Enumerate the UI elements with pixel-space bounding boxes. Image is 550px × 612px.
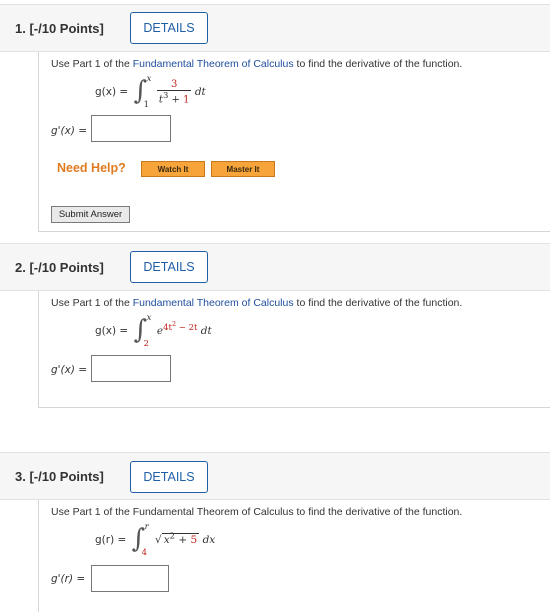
question-3-title: 3. [-/10 Points]	[15, 469, 104, 484]
question-2-answer-input[interactable]	[91, 355, 171, 382]
master-it-button[interactable]: Master It	[211, 161, 275, 177]
question-3-function: g(r) = ∫ r 4 √ x2 + 5 dx	[95, 522, 216, 558]
question-2-header: 2. [-/10 Points] DETAILS	[0, 243, 550, 291]
question-1-body: Use Part 1 of the Fundamental Theorem of…	[38, 52, 550, 232]
radicand: x2 + 5	[161, 531, 200, 546]
question-2-details-button[interactable]: DETAILS	[130, 251, 208, 283]
question-1-answer-input[interactable]	[91, 115, 171, 142]
question-2-function: g(x) = ∫ x 2 e4t2 − 2t dt	[95, 313, 212, 349]
ftc-link[interactable]: Fundamental Theorem of Calculus	[133, 58, 294, 70]
question-1-details-button[interactable]: DETAILS	[130, 12, 208, 44]
question-1-fraction: 3 t3 + 1	[156, 78, 192, 106]
question-3-body: Use Part 1 of the Fundamental Theorem of…	[38, 500, 550, 612]
ftc-link[interactable]: Fundamental Theorem of Calculus	[133, 297, 294, 309]
need-help-label: Need Help?	[57, 161, 126, 175]
watch-it-button[interactable]: Watch It	[141, 161, 205, 177]
submit-answer-button[interactable]: Submit Answer	[51, 206, 130, 223]
question-1-prompt: Use Part 1 of the Fundamental Theorem of…	[51, 58, 463, 70]
question-3-header: 3. [-/10 Points] DETAILS	[0, 452, 550, 500]
question-3-details-button[interactable]: DETAILS	[130, 461, 208, 493]
question-3-prompt: Use Part 1 of the Fundamental Theorem of…	[51, 506, 463, 518]
question-1-header: 1. [-/10 Points] DETAILS	[0, 4, 550, 52]
question-2-title: 2. [-/10 Points]	[15, 260, 104, 275]
question-3-answer-input[interactable]	[91, 565, 169, 592]
question-2-prompt: Use Part 1 of the Fundamental Theorem of…	[51, 297, 463, 309]
question-2-answer-label: g'(x) =	[51, 364, 88, 376]
question-3-answer-label: g'(r) =	[51, 573, 86, 585]
sqrt-sign: √	[155, 534, 162, 546]
question-1-function: g(x) = ∫ x 1 3 t3 + 1 dt	[95, 74, 206, 110]
question-1-title: 1. [-/10 Points]	[15, 21, 104, 36]
question-2-body: Use Part 1 of the Fundamental Theorem of…	[38, 291, 550, 408]
question-1-answer-label: g'(x) =	[51, 125, 88, 137]
